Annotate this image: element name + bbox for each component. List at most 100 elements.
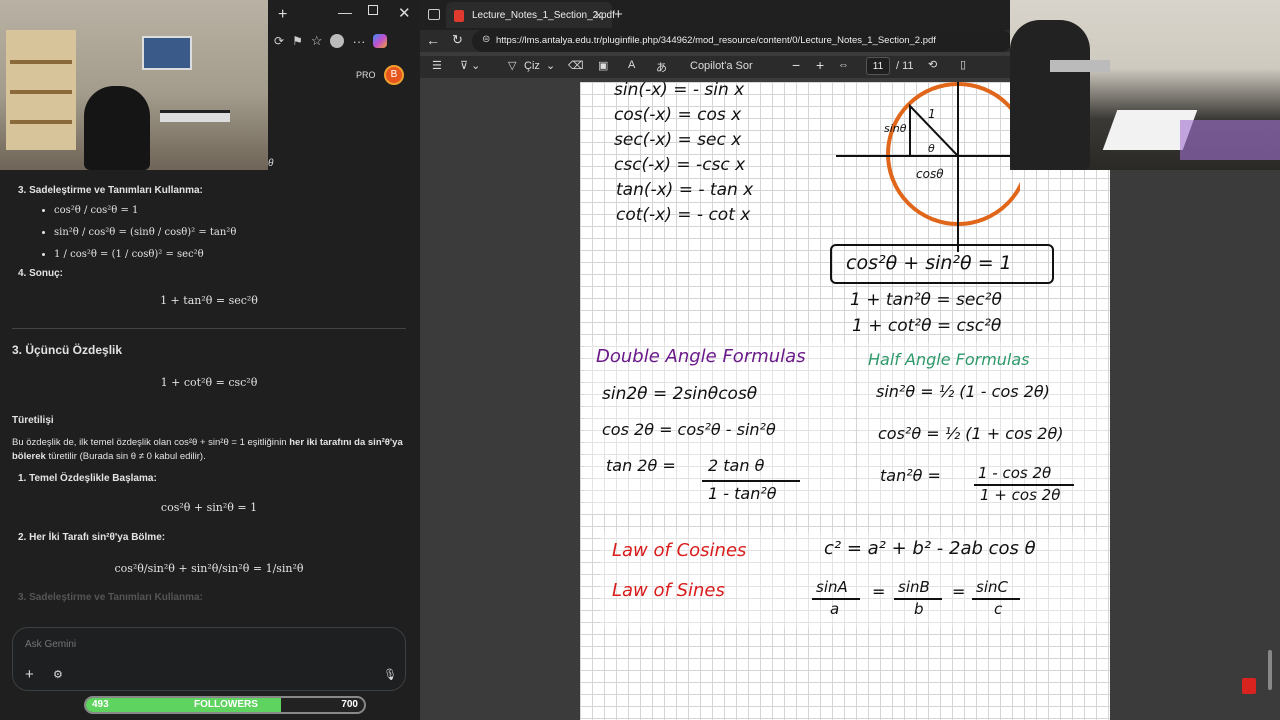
pdf-tab-icon (454, 10, 464, 22)
split-icon[interactable]: ⚑ (292, 34, 303, 48)
fit-page-icon[interactable]: ⇔ (838, 59, 849, 71)
draw-dropdown-icon[interactable]: ⌄ (546, 59, 555, 72)
url-text: https://lms.antalya.edu.tr/pluginfile.ph… (496, 35, 936, 46)
maximize-icon[interactable] (368, 5, 378, 15)
rotate-icon[interactable]: ⟲ (928, 58, 937, 71)
followers-goal-bar: 493 FOLLOWERS 700 (84, 696, 366, 714)
tab-close-icon[interactable]: ✕ (594, 9, 603, 22)
pythagorean-main: cos²θ + sin²θ = 1 (846, 252, 1012, 274)
eraser-icon[interactable]: ⌫ (568, 59, 584, 72)
ask-gemini-input[interactable] (25, 636, 325, 652)
double-tan-lhs: tan 2θ = (606, 456, 676, 475)
unit-circle (886, 82, 1020, 226)
more-icon[interactable]: ··· (352, 34, 365, 49)
tab-pdf[interactable]: Lecture_Notes_1_Section_2.pdf ✕ (446, 2, 615, 28)
site-info-icon[interactable]: ⊜ (482, 34, 490, 45)
page-number-input[interactable] (866, 57, 890, 75)
contents-icon[interactable]: ☰ (432, 59, 442, 72)
copilot-ask-button[interactable]: Copilot'a Sor (690, 60, 753, 72)
zoom-in-icon[interactable]: + (816, 57, 824, 73)
law-cosines-label: Law of Cosines (612, 540, 747, 561)
neg-identity-6: cot(-x) = - cot x (616, 205, 751, 225)
double-sin: sin2θ = 2sinθcosθ (602, 384, 758, 404)
double-cos: cos 2θ = cos²θ - sin²θ (602, 420, 776, 439)
back-icon[interactable]: ← (426, 32, 440, 48)
sin-label: sinθ (884, 122, 907, 135)
bullet-1: cos²θ / cos²θ = 1 (54, 200, 406, 222)
theta-label: θ (928, 142, 935, 155)
law-sines-c-den: c (994, 600, 1003, 618)
minimize-icon[interactable]: — (338, 4, 352, 20)
half-tan-den: 1 + cos 2θ (980, 486, 1061, 504)
unit-circle-diagram: sinθ cosθ θ 1 (836, 82, 1020, 252)
highlight-icon[interactable]: ⊽ ⌄ (460, 59, 480, 72)
profile-icon[interactable] (330, 34, 345, 48)
half-cos: cos²θ = ½ (1 + cos 2θ) (878, 424, 1064, 443)
text-box-icon[interactable]: ▣ (598, 59, 608, 72)
law-cosines-equation: c² = a² + b² - 2ab cos θ (824, 538, 1036, 559)
new-tab-icon[interactable]: + (278, 6, 287, 24)
division-equation: cos²θ/sin²θ + sin²θ/sin²θ = 1/sin²θ (114, 562, 304, 575)
page-total: / 11 (896, 60, 914, 72)
half-sin: sin²θ = ½ (1 - cos 2θ) (876, 382, 1050, 401)
law-sines-label: Law of Sines (612, 580, 725, 601)
neg-identity-1: sin(-x) = - sin x (614, 82, 745, 100)
step2-title: 2. Her İki Tarafı sin²θ'ya Bölme: (18, 532, 166, 543)
webcam-overlay-right (1010, 0, 1280, 170)
followers-current: 493 (92, 699, 109, 710)
identity3-equation: 1 + cot²θ = csc²θ (160, 375, 258, 389)
pdf-scrollbar[interactable] (1268, 650, 1272, 690)
hypotenuse-label: 1 (928, 107, 936, 121)
tools-icon[interactable]: ⚙ (53, 668, 63, 681)
microphone-icon[interactable]: 🎙 (383, 668, 397, 681)
left-browser-toolbar: ⟳ ⚑ ☆ ··· (268, 28, 418, 54)
bullet-2: sin²θ / cos²θ = (sinθ / cosθ)² = tan²θ (54, 222, 406, 244)
avatar[interactable]: B (384, 65, 404, 85)
double-angle-title: Double Angle Formulas (596, 346, 806, 367)
neg-identity-3: sec(-x) = sec x (614, 130, 742, 150)
translate-icon[interactable]: あ (656, 59, 667, 75)
zoom-out-icon[interactable]: − (792, 57, 800, 73)
add-icon[interactable]: + (25, 666, 34, 683)
copilot-icon[interactable] (373, 34, 388, 48)
close-icon[interactable]: ✕ (398, 4, 411, 22)
followers-label: FOLLOWERS (194, 699, 258, 710)
acrobat-icon[interactable] (1242, 678, 1256, 694)
law-sines-eq-2: = (952, 582, 966, 601)
new-tab-icon-right[interactable]: + (614, 6, 623, 23)
ask-gemini-box[interactable]: + ⚙ 🎙 (12, 627, 406, 691)
avatar-letter: B (390, 69, 398, 80)
pro-badge: PRO (356, 70, 376, 80)
base-equation: cos²θ + sin²θ = 1 (160, 500, 258, 514)
favorites-icon[interactable]: ☆ (311, 33, 323, 49)
bullet-3: 1 / cos²θ = (1 / cosθ)² = sec²θ (54, 244, 406, 266)
followers-goal: 700 (341, 699, 358, 710)
extensions-icon[interactable]: ⟳ (274, 34, 284, 48)
draw-label[interactable]: Çiz (524, 60, 540, 72)
webcam-overlay-left (0, 0, 268, 170)
result-equation: 1 + tan²θ = sec²θ (160, 294, 258, 307)
double-tan-den: 1 - tan²θ (708, 484, 777, 503)
two-page-icon[interactable]: ▯ (960, 58, 966, 71)
draw-icon[interactable]: ▽ (508, 59, 516, 72)
step1-title: 1. Temel Özdeşlikle Başlama: (18, 472, 157, 484)
section3-title: 3. Üçüncü Özdeşlik (12, 342, 123, 357)
half-tan-lhs: tan²θ = (880, 466, 941, 485)
double-tan-fraction-line (702, 480, 800, 482)
neg-identity-5: tan(-x) = - tan x (616, 180, 754, 200)
step3b-faded: 3. Sadeleştirme ve Tanımları Kullanma: (18, 591, 203, 603)
pdf-page: sin(-x) = - sin x cos(-x) = cos x sec(-x… (580, 82, 1110, 720)
law-sines-eq-1: = (872, 582, 886, 601)
law-sines-a-den: a (830, 600, 840, 618)
derivation-text-a: Bu özdeşlik de, ilk temel özdeşlik olan … (12, 437, 287, 448)
law-sines-b-num: sinB (898, 578, 930, 596)
theta-fragment: θ (268, 158, 274, 169)
refresh-icon[interactable]: ↻ (452, 32, 463, 48)
read-aloud-icon[interactable]: A (628, 59, 635, 71)
window-titlebar-left: + — ✕ (268, 0, 418, 30)
pythagorean-cot: 1 + cot²θ = csc²θ (852, 316, 1002, 336)
address-bar[interactable]: ⊜ https://lms.antalya.edu.tr/pluginfile.… (472, 30, 1012, 52)
step3-title: 3. Sadeleştirme ve Tanımları Kullanma: (18, 185, 203, 196)
law-sines-a-num: sinA (816, 578, 848, 596)
tab-actions-icon[interactable] (428, 9, 440, 20)
